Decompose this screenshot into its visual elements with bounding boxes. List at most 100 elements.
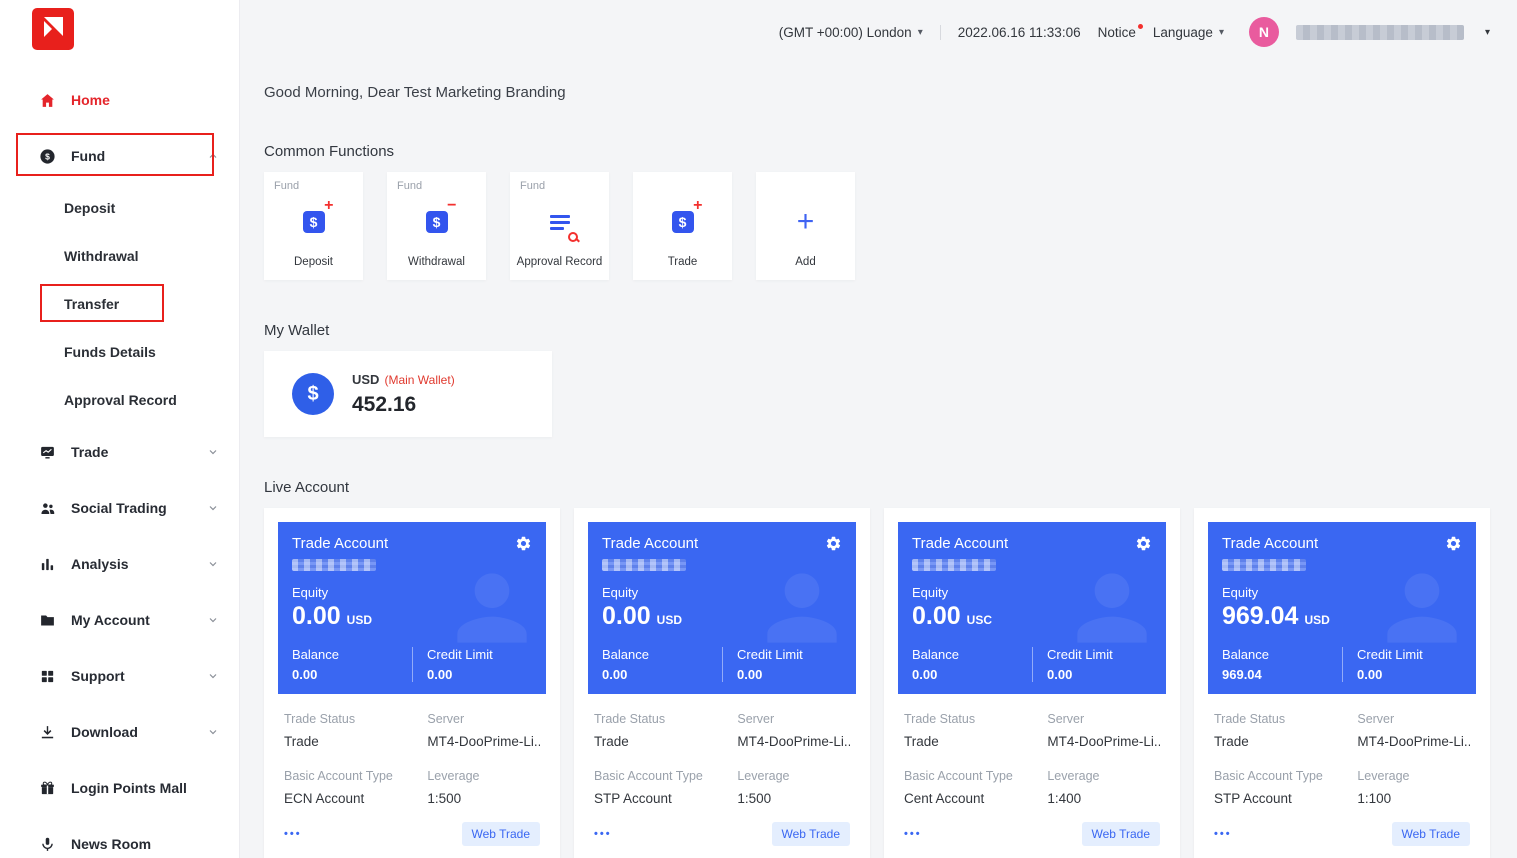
account-card: Trade Account Equity 0.00USD Balance0.00… (264, 508, 560, 858)
balance-value: 969.04 (1222, 667, 1342, 682)
sidebar-item-label: Trade (71, 444, 108, 460)
trade-icon (38, 443, 56, 461)
account-card-header: Trade Account Equity 0.00USD Balance0.00… (278, 522, 546, 694)
brand-logo-icon (32, 8, 74, 50)
equity-value: 969.04 (1222, 602, 1298, 630)
equity-value: 0.00 (912, 602, 961, 630)
avatar[interactable]: N (1249, 17, 1279, 47)
main-content: (GMT +00:00) London ▾ 2022.06.16 11:33:0… (240, 0, 1517, 858)
account-card-header: Trade Account Equity 0.00USD Balance0.00… (588, 522, 856, 694)
common-function-card-approval-record[interactable]: Fund Approval Record (510, 172, 609, 280)
common-functions-cards: Fund $ + Deposit Fund $ − Withdrawal Fun… (264, 172, 1490, 280)
sidebar-item-label: Home (71, 92, 110, 108)
sidebar-item-login-points-mall[interactable]: Login Points Mall (0, 760, 239, 816)
svg-text:$: $ (45, 151, 50, 161)
credit-limit-label: Credit Limit (737, 647, 856, 662)
gear-icon[interactable] (1445, 535, 1462, 552)
chevron-down-icon (207, 726, 219, 738)
gear-icon[interactable] (825, 535, 842, 552)
chevron-down-icon (207, 614, 219, 626)
sidebar-item-funds-details[interactable]: Funds Details (0, 328, 239, 376)
gear-icon[interactable] (1135, 535, 1152, 552)
account-card-title: Trade Account (912, 535, 1008, 552)
account-card-header: Trade Account Equity 0.00USC Balance0.00… (898, 522, 1166, 694)
sidebar-item-label: Fund (71, 148, 105, 164)
sidebar-item-news-room[interactable]: News Room (0, 816, 239, 858)
web-trade-button[interactable]: Web Trade (1392, 822, 1470, 846)
balance-label: Balance (292, 647, 412, 662)
live-account-cards: Trade Account Equity 0.00USD Balance0.00… (264, 508, 1490, 858)
sidebar-item-home[interactable]: Home (0, 72, 239, 128)
language-selector[interactable]: Language ▾ (1153, 25, 1224, 40)
leverage-label: Leverage (737, 769, 850, 783)
leverage-value: 1:100 (1357, 791, 1470, 806)
account-type-label: Basic Account Type (1214, 769, 1357, 783)
credit-limit-value: 0.00 (737, 667, 856, 682)
balance-label: Balance (602, 647, 722, 662)
brand-logo[interactable] (32, 8, 74, 50)
account-card-body: Trade StatusTrade ServerMT4-DooPrime-Li.… (898, 694, 1166, 846)
fund-dollar-icon: $ (38, 147, 56, 165)
common-function-card-add[interactable]: + Add (756, 172, 855, 280)
gear-icon[interactable] (515, 535, 532, 552)
card-label: Trade (668, 256, 698, 268)
more-button[interactable]: ••• (1214, 828, 1232, 840)
server-value: MT4-DooPrime-Li... (1047, 734, 1160, 749)
datetime-label: 2022.06.16 11:33:06 (958, 25, 1081, 40)
wallet-card[interactable]: $ USD(Main Wallet) 452.16 (264, 351, 552, 437)
common-function-card-trade[interactable]: $ + Trade (633, 172, 732, 280)
sidebar-item-label: Social Trading (71, 500, 167, 516)
sidebar-item-label: Approval Record (64, 392, 177, 408)
account-type-value: STP Account (594, 791, 737, 806)
equity-label: Equity (1222, 585, 1462, 600)
balance-value: 0.00 (912, 667, 1032, 682)
sidebar-item-withdrawal[interactable]: Withdrawal (0, 232, 239, 280)
timezone-label: (GMT +00:00) London (779, 25, 912, 40)
sidebar-nav: Home $ Fund Deposit Withdrawal Transfer … (0, 72, 239, 858)
sidebar-item-transfer[interactable]: Transfer (0, 280, 239, 328)
account-type-label: Basic Account Type (284, 769, 427, 783)
server-label: Server (737, 712, 850, 726)
balance-value: 0.00 (292, 667, 412, 682)
account-card: Trade Account Equity 969.04USD Balance96… (1194, 508, 1490, 858)
sidebar-item-label: Deposit (64, 200, 115, 216)
sidebar-item-label: Download (71, 724, 138, 740)
trade-status-label: Trade Status (904, 712, 1047, 726)
wallet-dollar-icon: $ (292, 373, 334, 415)
topbar: (GMT +00:00) London ▾ 2022.06.16 11:33:0… (264, 0, 1490, 64)
analysis-bar-chart-icon (38, 555, 56, 573)
sidebar-item-trade[interactable]: Trade (0, 424, 239, 480)
account-card: Trade Account Equity 0.00USD Balance0.00… (574, 508, 870, 858)
sidebar-item-fund[interactable]: $ Fund (0, 128, 239, 184)
more-button[interactable]: ••• (594, 828, 612, 840)
account-card-body: Trade StatusTrade ServerMT4-DooPrime-Li.… (278, 694, 546, 846)
notice-link[interactable]: Notice (1098, 25, 1136, 40)
timezone-selector[interactable]: (GMT +00:00) London ▾ (779, 25, 923, 40)
credit-limit-value: 0.00 (1047, 667, 1166, 682)
more-button[interactable]: ••• (284, 828, 302, 840)
trade-status-label: Trade Status (284, 712, 427, 726)
username-redacted[interactable] (1296, 25, 1464, 40)
trade-status-label: Trade Status (1214, 712, 1357, 726)
account-card-header: Trade Account Equity 969.04USD Balance96… (1208, 522, 1476, 694)
web-trade-button[interactable]: Web Trade (772, 822, 850, 846)
account-type-value: STP Account (1214, 791, 1357, 806)
web-trade-button[interactable]: Web Trade (462, 822, 540, 846)
sidebar-item-deposit[interactable]: Deposit (0, 184, 239, 232)
account-card-title: Trade Account (1222, 535, 1318, 552)
magnifier-icon (568, 232, 578, 242)
social-trading-icon (38, 499, 56, 517)
equity-label: Equity (602, 585, 842, 600)
sidebar-item-support[interactable]: Support (0, 648, 239, 704)
more-button[interactable]: ••• (904, 828, 922, 840)
sidebar-item-approval-record[interactable]: Approval Record (0, 376, 239, 424)
sidebar-item-my-account[interactable]: My Account (0, 592, 239, 648)
common-function-card-deposit[interactable]: Fund $ + Deposit (264, 172, 363, 280)
sidebar-item-analysis[interactable]: Analysis (0, 536, 239, 592)
sidebar-item-download[interactable]: Download (0, 704, 239, 760)
chevron-down-icon[interactable]: ▾ (1485, 27, 1490, 38)
sidebar-item-social-trading[interactable]: Social Trading (0, 480, 239, 536)
leverage-value: 1:500 (737, 791, 850, 806)
common-function-card-withdrawal[interactable]: Fund $ − Withdrawal (387, 172, 486, 280)
web-trade-button[interactable]: Web Trade (1082, 822, 1160, 846)
